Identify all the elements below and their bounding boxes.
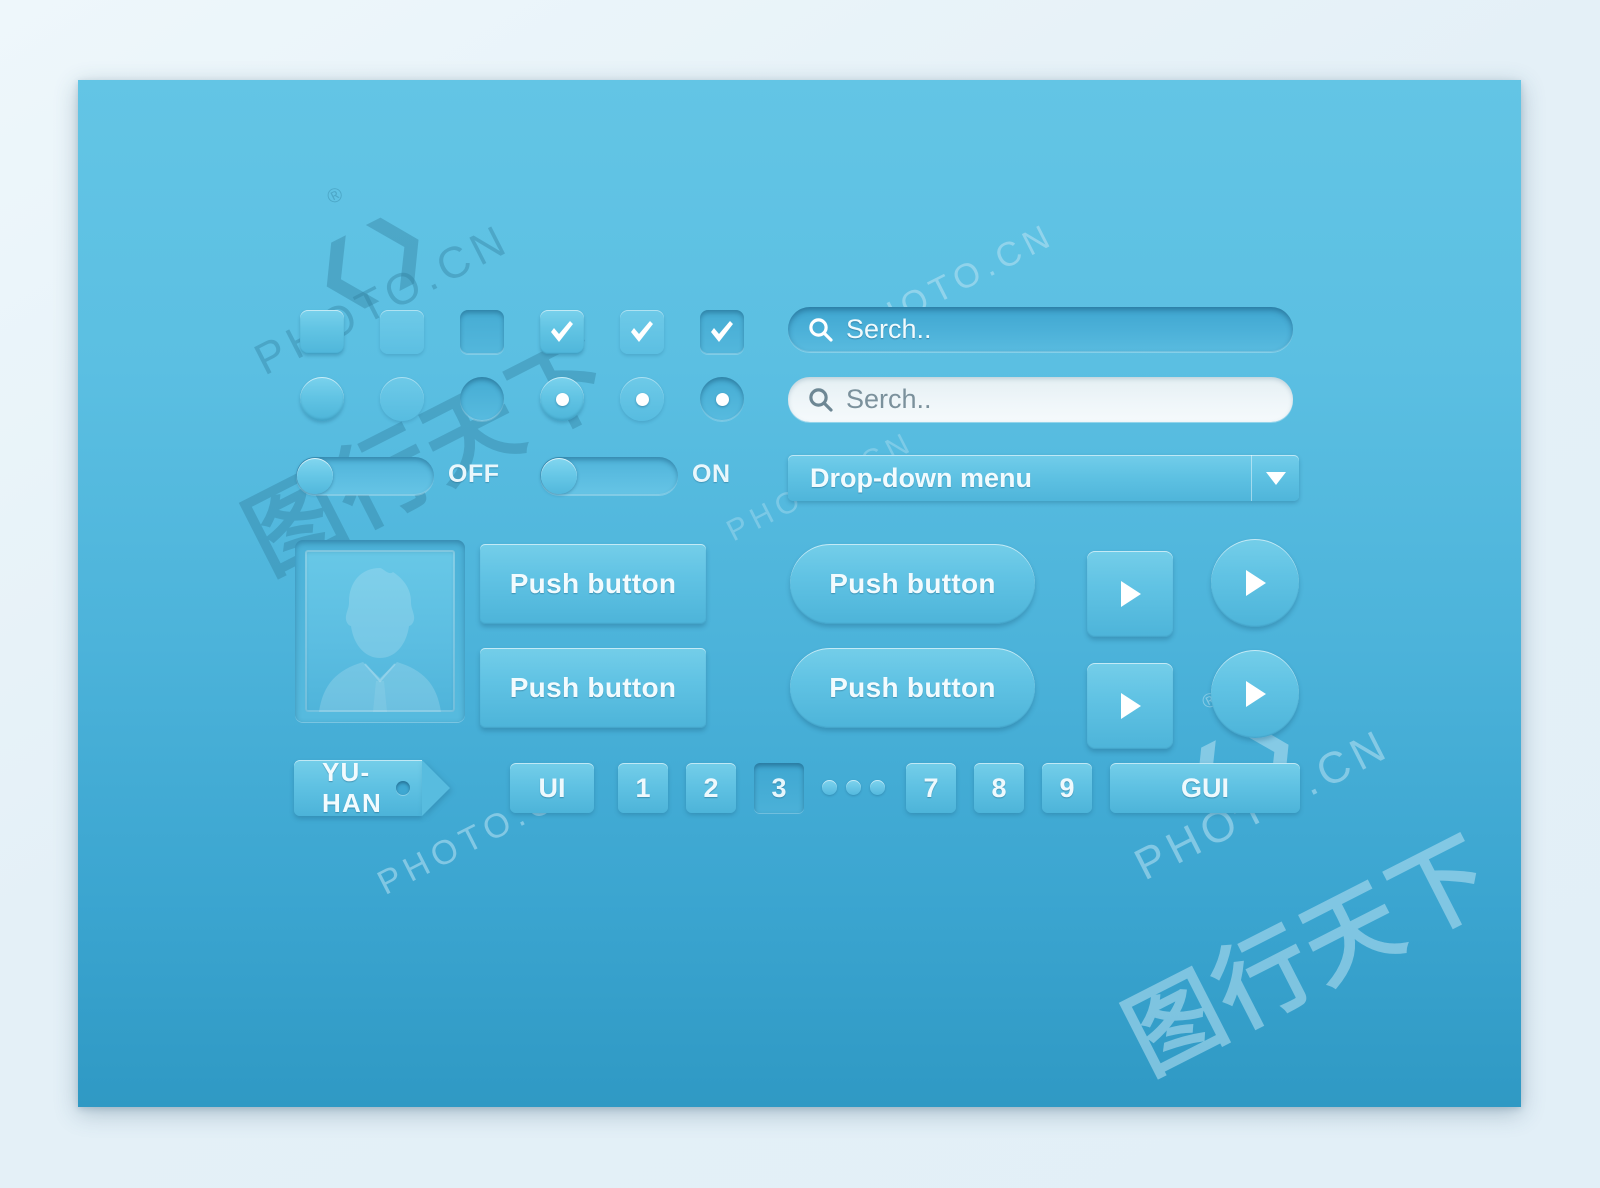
dropdown-menu[interactable]: Drop-down menu bbox=[788, 455, 1299, 501]
tag-point-shape bbox=[422, 760, 450, 816]
radio-flat-selected[interactable] bbox=[620, 377, 664, 421]
check-icon bbox=[551, 321, 573, 342]
push-button-pill-bottom[interactable]: Push button bbox=[790, 648, 1035, 728]
radio-inset-selected[interactable] bbox=[700, 377, 744, 421]
radio-dot bbox=[715, 392, 729, 406]
check-icon bbox=[711, 321, 733, 342]
watermark-cn-characters: 图行天下 bbox=[1108, 817, 1512, 1095]
watermark-bird-icon: ❮❯ bbox=[295, 192, 444, 323]
search-icon bbox=[809, 387, 833, 412]
play-arrow-icon bbox=[1121, 693, 1141, 719]
pagination-gui-button[interactable]: GUI bbox=[1110, 763, 1300, 813]
ellipsis-dot bbox=[846, 780, 861, 795]
push-button-rect-bottom[interactable]: Push button bbox=[480, 648, 706, 728]
ui-kit-canvas: 图行天下 PHOTO.CN ❮❯ ® 图行天下 PHOTO.CN ❮❯ ® PH… bbox=[78, 80, 1521, 1107]
toggle-label-off: OFF bbox=[448, 460, 500, 488]
ellipsis-dot bbox=[870, 780, 885, 795]
radio-raised-unselected[interactable] bbox=[300, 377, 344, 421]
watermark-registered-icon: ® bbox=[323, 182, 347, 210]
chevron-down-icon[interactable] bbox=[1251, 455, 1299, 501]
toggle-knob[interactable] bbox=[297, 458, 333, 494]
checkbox-inset-unchecked[interactable] bbox=[460, 310, 504, 354]
avatar[interactable] bbox=[295, 540, 465, 722]
pagination-page-3-active[interactable]: 3 bbox=[754, 763, 804, 813]
play-button-circle-top[interactable] bbox=[1211, 539, 1299, 627]
toggle-switch-on[interactable] bbox=[540, 457, 678, 495]
avatar-image bbox=[305, 550, 455, 712]
checkbox-flat-unchecked[interactable] bbox=[380, 310, 424, 354]
push-button-pill-top[interactable]: Push button bbox=[790, 544, 1035, 624]
brand-tag[interactable]: YU-HAN bbox=[294, 757, 450, 818]
play-arrow-icon bbox=[1246, 570, 1266, 596]
pagination-page-7[interactable]: 7 bbox=[906, 763, 956, 813]
pagination-page-8[interactable]: 8 bbox=[974, 763, 1024, 813]
dropdown-selected-value: Drop-down menu bbox=[810, 462, 1032, 493]
play-arrow-icon bbox=[1121, 581, 1141, 607]
push-button-rect-top[interactable]: Push button bbox=[480, 544, 706, 624]
pagination-page-9[interactable]: 9 bbox=[1042, 763, 1092, 813]
radio-inset-unselected[interactable] bbox=[460, 377, 504, 421]
checkbox-raised-checked[interactable] bbox=[540, 310, 584, 354]
radio-flat-unselected[interactable] bbox=[380, 377, 424, 421]
toggle-switch-off[interactable] bbox=[296, 457, 434, 495]
search-bar-dark[interactable]: Serch.. bbox=[788, 307, 1293, 352]
watermark-domain-text: PHOTO.CN bbox=[246, 214, 519, 385]
play-button-square-top[interactable] bbox=[1087, 551, 1173, 637]
pagination-ellipsis bbox=[822, 780, 885, 795]
radio-dot bbox=[555, 392, 569, 406]
tag-hole-icon bbox=[396, 781, 410, 795]
checkbox-flat-checked[interactable] bbox=[620, 310, 664, 354]
checkbox-raised-unchecked[interactable] bbox=[300, 310, 344, 354]
user-silhouette-icon bbox=[319, 568, 441, 712]
play-button-circle-bottom[interactable] bbox=[1211, 650, 1299, 738]
toggle-knob[interactable] bbox=[541, 458, 577, 494]
check-icon bbox=[631, 321, 653, 342]
pagination-page-1[interactable]: 1 bbox=[618, 763, 668, 813]
ellipsis-dot bbox=[822, 780, 837, 795]
pagination-page-2[interactable]: 2 bbox=[686, 763, 736, 813]
toggle-label-on: ON bbox=[692, 460, 731, 488]
play-button-square-bottom[interactable] bbox=[1087, 663, 1173, 749]
pagination-ui-button[interactable]: UI bbox=[510, 763, 594, 813]
search-input-dark[interactable]: Serch.. bbox=[846, 314, 932, 345]
radio-dot bbox=[635, 392, 649, 406]
search-input-light[interactable]: Serch.. bbox=[846, 384, 932, 415]
radio-raised-selected[interactable] bbox=[540, 377, 584, 421]
play-arrow-icon bbox=[1246, 681, 1266, 707]
search-icon bbox=[809, 317, 833, 342]
search-bar-light[interactable]: Serch.. bbox=[788, 377, 1293, 422]
checkbox-inset-checked[interactable] bbox=[700, 310, 744, 354]
